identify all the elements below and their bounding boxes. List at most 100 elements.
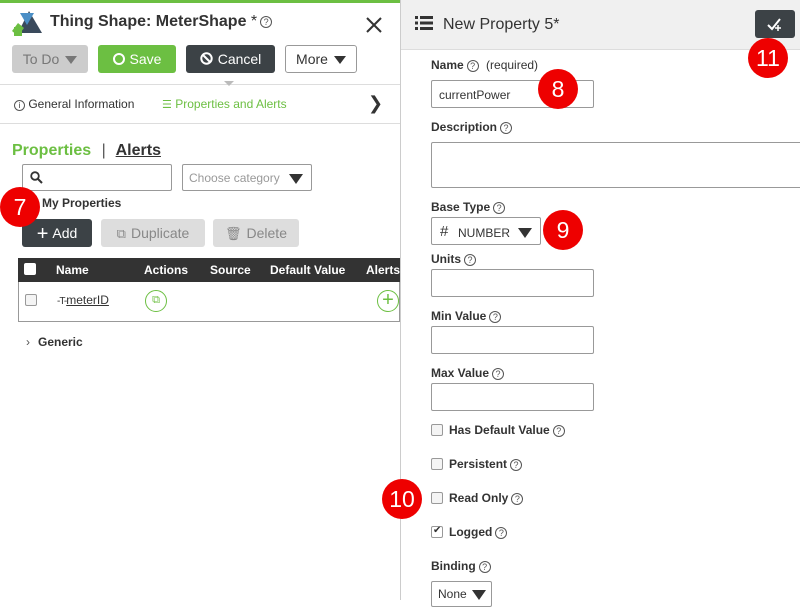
list-icon bbox=[415, 16, 433, 30]
help-icon[interactable]: ? bbox=[260, 15, 273, 28]
column-header-default-value[interactable]: Default Value bbox=[270, 263, 345, 277]
todo-button[interactable]: To Do bbox=[12, 45, 88, 73]
help-icon[interactable]: ? bbox=[478, 560, 491, 573]
group-generic[interactable]: › Generic bbox=[26, 335, 83, 349]
chevron-down-icon bbox=[472, 590, 486, 600]
cancel-button[interactable]: Cancel bbox=[186, 45, 275, 73]
check-plus-icon bbox=[767, 18, 781, 31]
units-input[interactable] bbox=[431, 269, 594, 297]
persistent-label: Persistent bbox=[449, 457, 508, 471]
help-icon[interactable]: ? bbox=[464, 253, 476, 266]
add-alert-icon[interactable]: + bbox=[377, 290, 399, 312]
group-my-properties[interactable]: My Properties bbox=[32, 196, 121, 210]
binding-value: None bbox=[438, 587, 467, 601]
copy-icon[interactable]: ⧉ bbox=[145, 290, 167, 312]
chevron-right-icon[interactable]: ❯ bbox=[368, 93, 383, 114]
chevron-down-icon bbox=[333, 56, 346, 65]
subtab-separator: | bbox=[101, 142, 106, 159]
tab-properties-label: Properties and Alerts bbox=[175, 97, 287, 111]
has-default-value-checkbox[interactable] bbox=[431, 424, 443, 436]
panel-title-text: New Property 5 bbox=[443, 16, 554, 33]
tab-bar: i General Information ☰ Properties and A… bbox=[0, 81, 400, 124]
base-type-value: NUMBER bbox=[458, 226, 511, 240]
page-title: Thing Shape: MeterShape *? bbox=[50, 13, 273, 31]
help-icon[interactable]: ? bbox=[510, 458, 523, 471]
modified-indicator: * bbox=[553, 16, 560, 33]
binding-label: Binding bbox=[431, 559, 476, 573]
help-icon[interactable]: ? bbox=[492, 367, 505, 380]
binding-label-row: Binding? bbox=[431, 559, 491, 573]
duplicate-button[interactable]: ⧉ Duplicate bbox=[101, 219, 205, 247]
column-header-actions: Actions bbox=[144, 263, 189, 277]
add-label: Add bbox=[52, 225, 78, 241]
required-hint: (required) bbox=[486, 58, 539, 72]
help-icon[interactable]: ? bbox=[511, 492, 524, 505]
tab-general-label: General Information bbox=[28, 97, 135, 111]
annotation-badge-11: 11 bbox=[748, 38, 788, 78]
binding-select[interactable]: None bbox=[431, 581, 492, 607]
persistent-checkbox[interactable] bbox=[431, 458, 443, 470]
logged-checkbox[interactable] bbox=[431, 525, 443, 538]
search-input[interactable] bbox=[22, 164, 172, 191]
help-icon[interactable]: ? bbox=[552, 424, 565, 437]
close-icon[interactable] bbox=[366, 17, 382, 33]
annotation-badge-8: 8 bbox=[538, 69, 578, 109]
active-tab-indicator bbox=[224, 81, 234, 86]
persistent-row: Persistent? bbox=[449, 457, 523, 471]
column-header-source[interactable]: Source bbox=[210, 263, 251, 277]
help-icon[interactable]: ? bbox=[466, 59, 479, 72]
table-row[interactable]: -T-meterID ⧉ + bbox=[18, 282, 400, 322]
thingshape-logo-icon bbox=[12, 11, 42, 36]
chevron-down-icon bbox=[518, 228, 532, 238]
cancel-icon bbox=[200, 52, 213, 65]
generic-label: Generic bbox=[38, 335, 83, 349]
todo-label: To Do bbox=[22, 51, 60, 67]
title-text: Thing Shape: MeterShape bbox=[50, 13, 247, 30]
subtab-alerts[interactable]: Alerts bbox=[116, 142, 161, 159]
tab-properties-and-alerts[interactable]: ☰ Properties and Alerts bbox=[162, 97, 287, 111]
subtab-properties[interactable]: Properties bbox=[12, 142, 91, 159]
description-textarea[interactable] bbox=[431, 142, 800, 188]
subtab-bar: Properties | Alerts bbox=[12, 142, 161, 160]
cancel-label: Cancel bbox=[217, 51, 262, 67]
help-icon[interactable]: ? bbox=[493, 201, 506, 214]
number-type-icon: # bbox=[440, 223, 449, 240]
modified-indicator: * bbox=[250, 13, 258, 30]
plus-icon: + bbox=[36, 223, 49, 245]
units-label-row: Units? bbox=[431, 252, 476, 266]
read-only-checkbox[interactable] bbox=[431, 492, 443, 504]
help-icon[interactable]: ? bbox=[489, 310, 502, 323]
add-button[interactable]: + Add bbox=[22, 219, 92, 247]
trash-icon: 🗑 bbox=[225, 226, 242, 241]
row-checkbox[interactable] bbox=[25, 294, 37, 306]
read-only-row: Read Only? bbox=[449, 491, 524, 505]
row-name-link[interactable]: meterID bbox=[66, 293, 109, 307]
min-value-input[interactable] bbox=[431, 326, 594, 354]
more-button[interactable]: More bbox=[285, 45, 357, 73]
delete-label: Delete bbox=[246, 225, 287, 241]
done-button[interactable] bbox=[755, 10, 795, 38]
help-icon[interactable]: ? bbox=[495, 526, 508, 539]
property-type-icon: -T- bbox=[57, 296, 67, 307]
select-all-checkbox[interactable] bbox=[24, 263, 36, 275]
base-type-label: Base Type bbox=[431, 200, 491, 214]
max-value-input[interactable] bbox=[431, 383, 594, 411]
table-header: Name Actions Source Default Value Alerts bbox=[18, 258, 400, 282]
category-placeholder: Choose category bbox=[189, 171, 280, 185]
help-icon[interactable]: ? bbox=[500, 121, 513, 134]
new-property-panel: New Property 5* Name? (required) current… bbox=[400, 0, 800, 607]
name-label-row: Name? (required) bbox=[431, 58, 538, 72]
logged-row: Logged? bbox=[449, 525, 508, 539]
tab-general-information[interactable]: i General Information bbox=[14, 97, 134, 111]
has-default-value-label: Has Default Value bbox=[449, 423, 550, 437]
category-select[interactable]: Choose category bbox=[182, 164, 312, 191]
thing-shape-editor: Thing Shape: MeterShape *? To Do Save Ca… bbox=[0, 0, 400, 600]
column-header-name[interactable]: Name bbox=[56, 263, 89, 277]
name-label: Name bbox=[431, 58, 464, 72]
save-button[interactable]: Save bbox=[98, 45, 176, 73]
duplicate-label: Duplicate bbox=[130, 225, 190, 241]
base-type-select[interactable]: # NUMBER bbox=[431, 217, 541, 245]
base-type-label-row: Base Type? bbox=[431, 200, 506, 214]
group-label: My Properties bbox=[42, 196, 122, 210]
delete-button[interactable]: 🗑 Delete bbox=[213, 219, 299, 247]
